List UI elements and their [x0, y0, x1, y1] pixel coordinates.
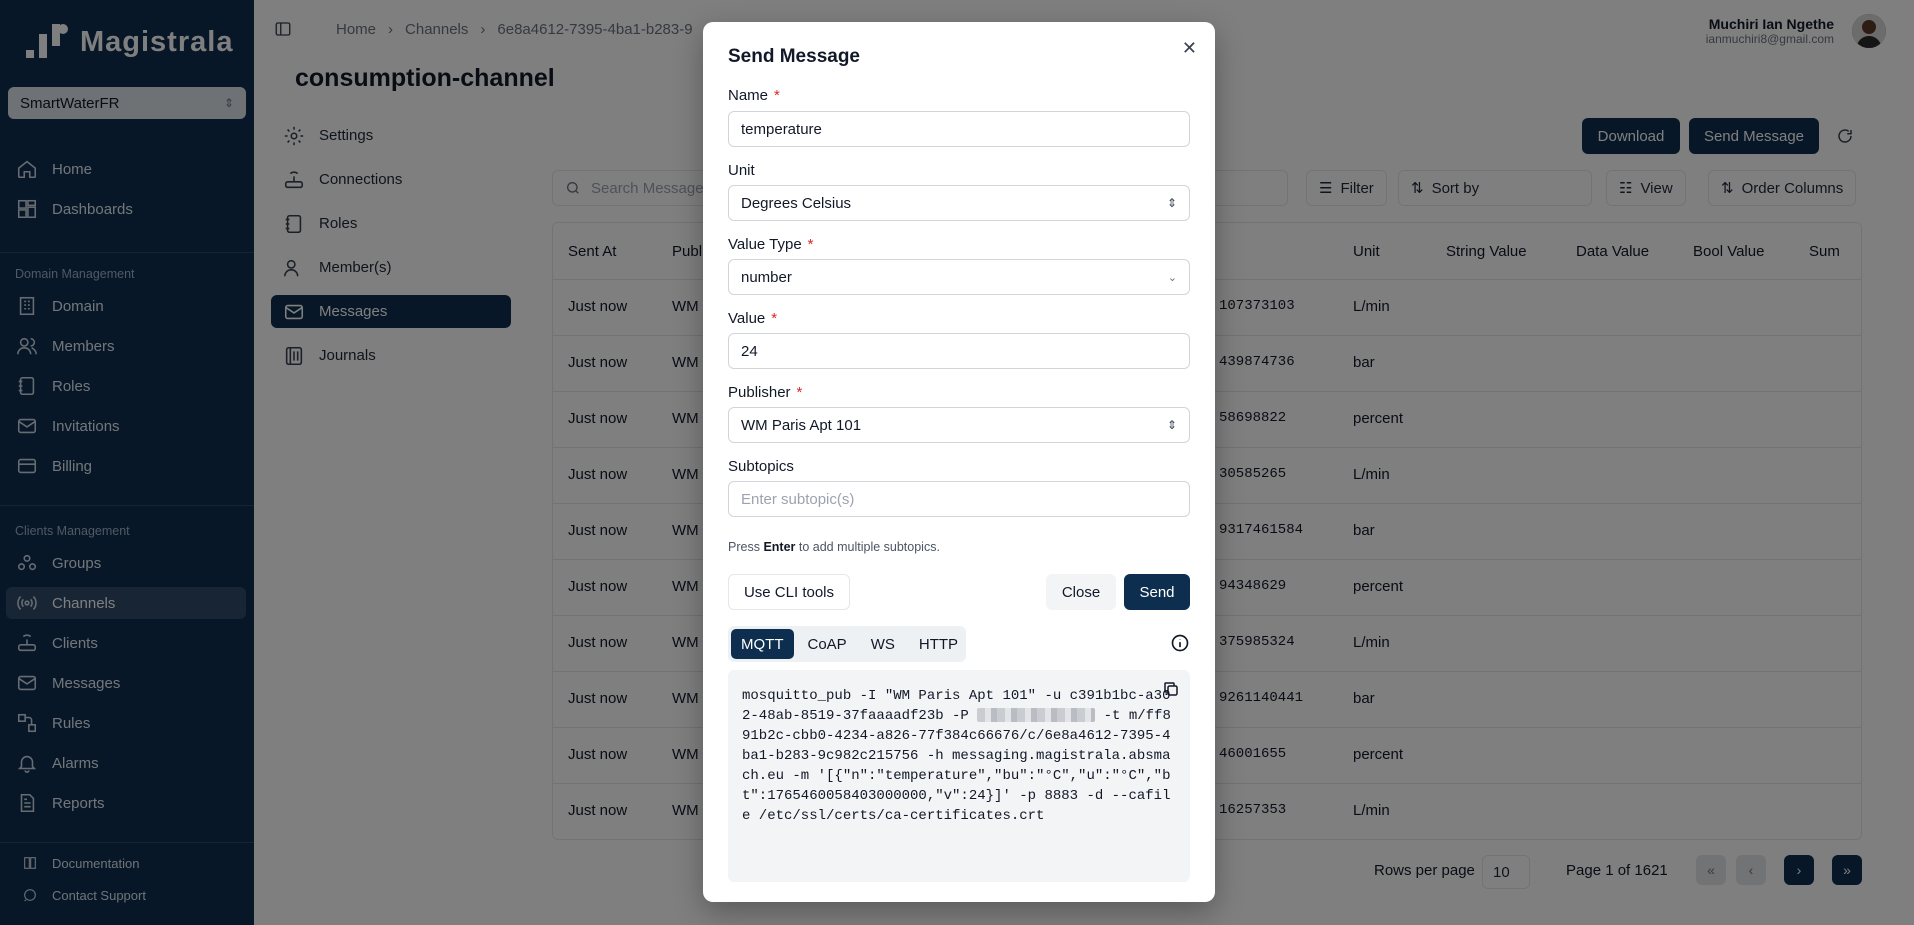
chevron-down-icon: ⌄: [1167, 271, 1177, 284]
protocol-tabs: MQTT CoAP WS HTTP: [728, 626, 966, 662]
name-field[interactable]: temperature: [728, 111, 1190, 147]
subtopics-label: Subtopics: [728, 458, 794, 475]
value-field[interactable]: 24: [728, 333, 1190, 369]
subtopics-input[interactable]: Enter subtopic(s): [728, 481, 1190, 517]
value-type-value: number: [741, 268, 792, 286]
use-cli-tools-button[interactable]: Use CLI tools: [728, 574, 850, 610]
unit-value: Degrees Celsius: [741, 194, 852, 212]
subtopics-placeholder: Enter subtopic(s): [741, 490, 855, 508]
name-value: temperature: [741, 120, 822, 138]
publisher-label: Publisher *: [728, 384, 803, 401]
name-label: Name *: [728, 87, 780, 104]
send-button[interactable]: Send: [1124, 574, 1190, 610]
send-message-dialog: Send Message ✕ Name * temperature Unit De…: [703, 22, 1215, 902]
tab-coap[interactable]: CoAP: [798, 629, 857, 659]
dialog-title: Send Message: [728, 46, 860, 67]
info-icon[interactable]: [1170, 633, 1190, 653]
value-type-select[interactable]: number ⌄: [728, 259, 1190, 295]
subtopics-hint: Press Enter to add multiple subtopics.: [728, 540, 940, 554]
unit-label: Unit: [728, 162, 755, 179]
publisher-select[interactable]: WM Paris Apt 101 ⇕: [728, 407, 1190, 443]
chevron-updown-icon: ⇕: [1166, 196, 1177, 210]
tab-http[interactable]: HTTP: [909, 629, 968, 659]
tab-mqtt[interactable]: MQTT: [731, 629, 794, 659]
value-label: Value *: [728, 310, 778, 327]
close-button[interactable]: Close: [1046, 574, 1116, 610]
publisher-value: WM Paris Apt 101: [741, 416, 862, 434]
close-icon[interactable]: ✕: [1182, 38, 1197, 59]
app-root: Magistrala SmartWaterFR ⇕ Home Dashboard…: [0, 0, 1914, 925]
redacted-password: [977, 708, 1096, 723]
unit-select[interactable]: Degrees Celsius ⇕: [728, 185, 1190, 221]
copy-icon[interactable]: [1162, 680, 1180, 698]
tab-ws[interactable]: WS: [861, 629, 905, 659]
value-type-label: Value Type *: [728, 236, 814, 253]
value-value: 24: [741, 342, 758, 360]
chevron-updown-icon: ⇕: [1166, 418, 1177, 432]
cli-command-block: mosquitto_pub -I "WM Paris Apt 101" -u c…: [728, 670, 1190, 882]
